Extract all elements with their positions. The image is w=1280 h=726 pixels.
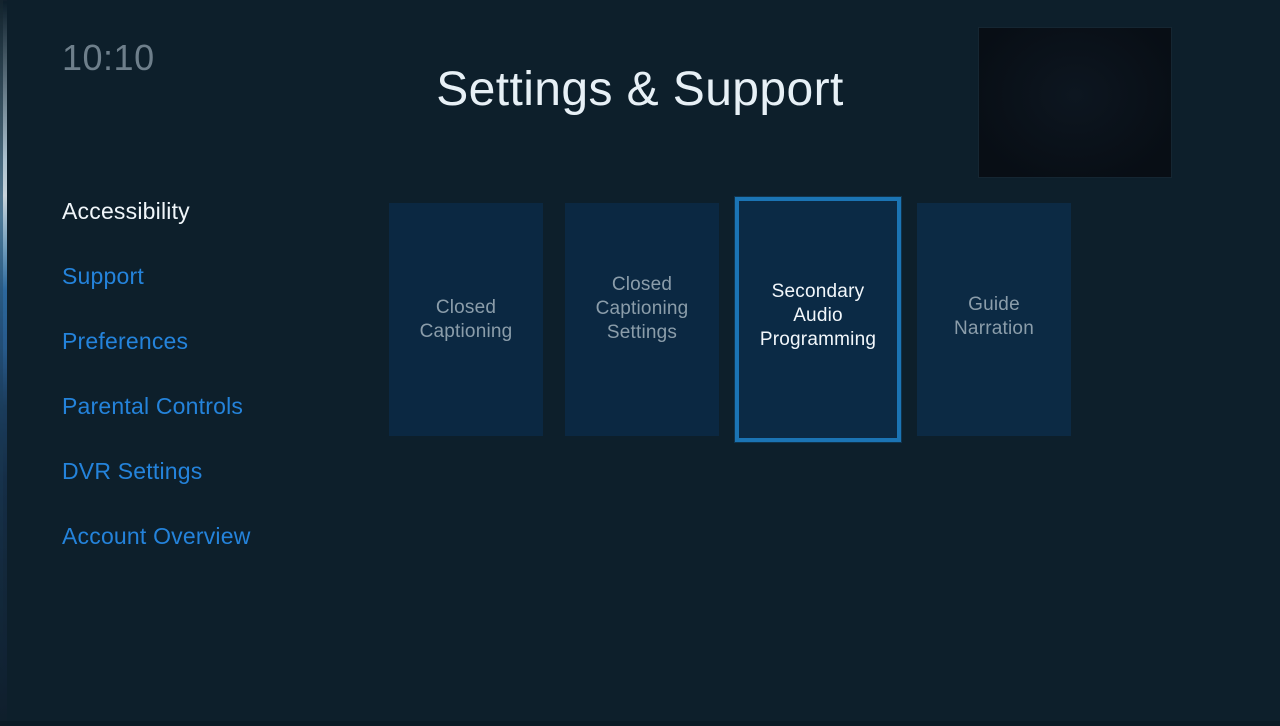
sidebar-item-support[interactable]: Support xyxy=(62,261,362,291)
sidebar-item-preferences[interactable]: Preferences xyxy=(62,326,362,356)
accessibility-tile-row: Closed Captioning Closed Captioning Sett… xyxy=(389,197,1071,442)
tile-closed-captioning[interactable]: Closed Captioning xyxy=(389,203,543,436)
sidebar-item-parental-controls[interactable]: Parental Controls xyxy=(62,391,362,421)
video-preview-surface xyxy=(979,28,1171,177)
settings-category-sidebar: Accessibility Support Preferences Parent… xyxy=(62,196,362,551)
bottom-edge-band xyxy=(0,721,1280,726)
sidebar-item-account-overview[interactable]: Account Overview xyxy=(62,521,362,551)
sidebar-item-accessibility[interactable]: Accessibility xyxy=(62,196,362,226)
tile-label: Secondary Audio Programming xyxy=(759,280,877,350)
tile-label: Closed Captioning Settings xyxy=(595,273,689,343)
video-preview-window[interactable] xyxy=(979,28,1171,177)
tile-closed-captioning-settings[interactable]: Closed Captioning Settings xyxy=(565,203,719,436)
tile-guide-narration[interactable]: Guide Narration xyxy=(917,203,1071,436)
tv-settings-screen: 10:10 Settings & Support Accessibility S… xyxy=(0,0,1280,726)
tile-label: Guide Narration xyxy=(954,293,1034,339)
tile-label: Closed Captioning xyxy=(419,296,513,342)
sidebar-item-dvr-settings[interactable]: DVR Settings xyxy=(62,456,362,486)
tile-secondary-audio-programming[interactable]: Secondary Audio Programming xyxy=(735,197,901,442)
